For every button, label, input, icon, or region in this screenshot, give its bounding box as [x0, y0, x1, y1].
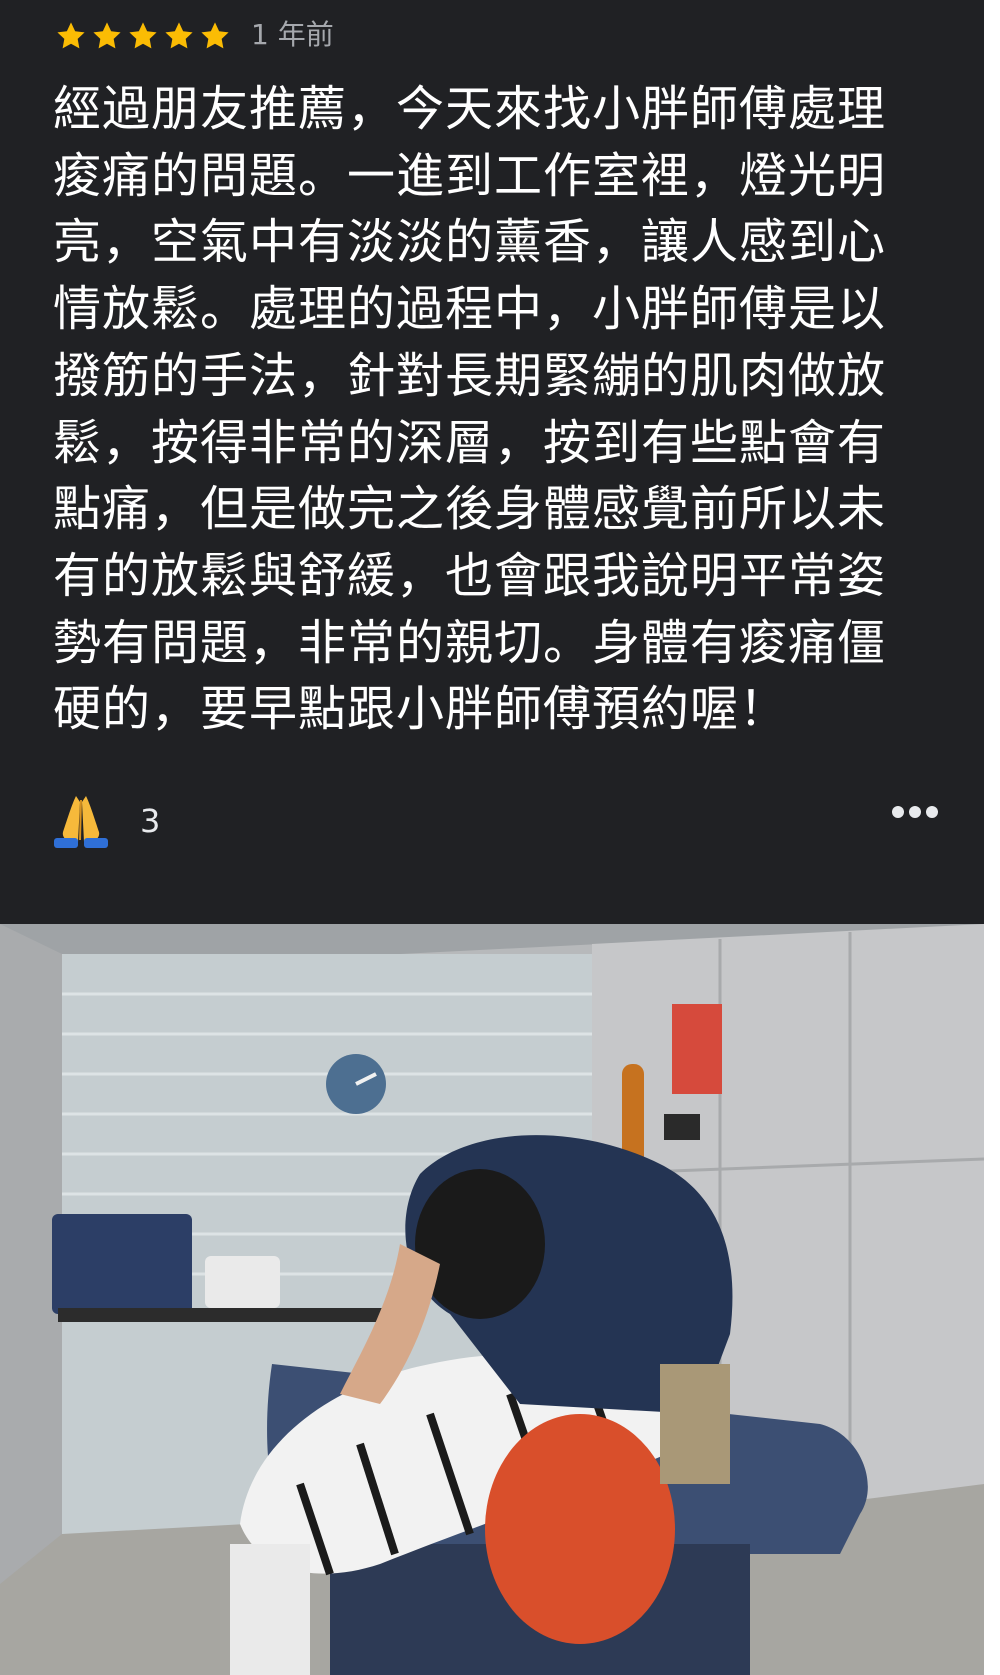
star-rating — [54, 20, 232, 52]
star-icon — [93, 22, 121, 49]
review-text-line: 鬆，按得非常的深層，按到有些點會有 — [53, 414, 887, 471]
star-icon — [201, 22, 229, 49]
more-dots-icon — [909, 806, 921, 818]
more-dots-icon — [926, 806, 938, 818]
star-icon — [165, 22, 193, 49]
review-time: 1 年前 — [251, 18, 334, 51]
review-text-line: 情放鬆。處理的過程中，小胖師傅是以 — [53, 281, 887, 338]
folded-hands-icon — [54, 796, 108, 848]
more-dots-icon — [892, 806, 904, 818]
review-text-line: 有的放鬆與舒緩，也會跟我說明平常姿 — [53, 547, 887, 604]
review-photo[interactable] — [0, 924, 984, 1675]
review-text-line: 撥筋的手法，針對長期緊繃的肌肉做放 — [53, 347, 887, 404]
review-text: 經過朋友推薦，今天來找小胖師傅處理 痠痛的問題。一進到工作室裡，燈光明 亮，空氣… — [53, 76, 933, 743]
reaction-count: 3 — [140, 802, 161, 840]
review-text-line: 勢有問題，非常的親切。身體有痠痛僵 — [53, 614, 887, 671]
review-text-line: 亮，空氣中有淡淡的薰香，讓人感到心 — [53, 214, 887, 271]
review-text-line: 痠痛的問題。一進到工作室裡，燈光明 — [53, 147, 887, 204]
more-options-button[interactable] — [892, 806, 938, 822]
review-text-line: 經過朋友推薦，今天來找小胖師傅處理 — [53, 81, 887, 137]
review-text-line: 點痛，但是做完之後身體感覺前所以未 — [53, 481, 887, 538]
photo-illustration — [0, 924, 984, 1675]
reaction-button[interactable]: 3 — [50, 790, 160, 852]
review-text-line: 硬的，要早點跟小胖師傅預約喔！ — [53, 681, 789, 738]
star-icon — [57, 22, 85, 49]
star-icon — [129, 22, 157, 49]
screen-edge — [984, 0, 1000, 1675]
review-card: 1 年前 經過朋友推薦，今天來找小胖師傅處理 痠痛的問題。一進到工作室裡，燈光明… — [0, 0, 984, 924]
